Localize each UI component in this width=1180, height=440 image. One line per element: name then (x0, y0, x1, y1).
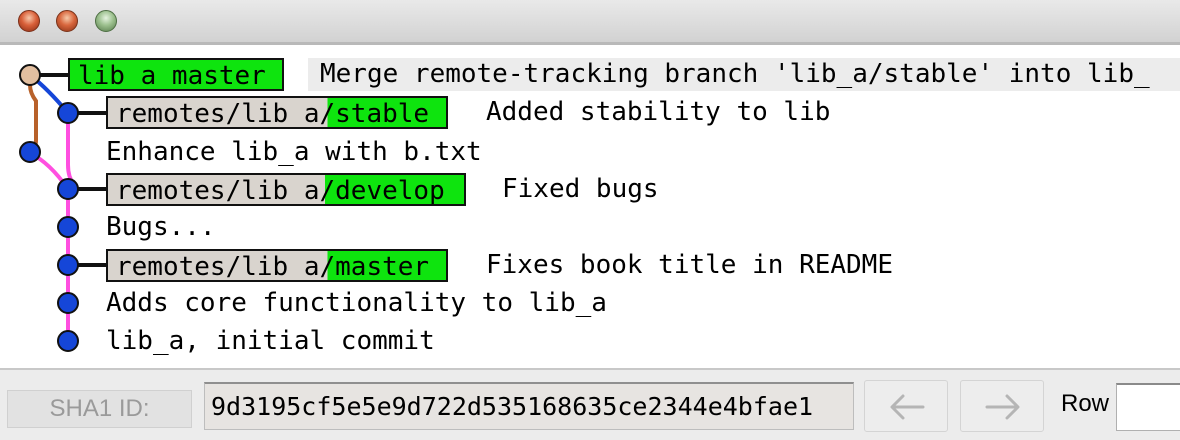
commit-dot (57, 254, 79, 276)
commit-message: Bugs... (106, 212, 216, 242)
close-button[interactable] (18, 10, 40, 32)
branch-name: master (335, 252, 430, 282)
commit-message: Fixed bugs (502, 174, 659, 204)
sha1-id-field[interactable]: 9d3195cf5e5e9d722d535168635ce2344e4bfae1 (204, 382, 854, 430)
minimize-button[interactable] (56, 10, 78, 32)
sha-toolbar: SHA1 ID: 9d3195cf5e5e9d722d535168635ce23… (0, 370, 1180, 440)
branch-label-local[interactable]: lib_a_master (68, 58, 284, 91)
branch-label-remote[interactable]: remotes/lib_a/master (106, 249, 448, 282)
branch-label-remote[interactable]: remotes/lib_a/stable (106, 96, 448, 129)
right-arrow-icon (985, 394, 1020, 420)
branch-name: develop (335, 176, 445, 206)
commit-message: Adds core functionality to lib_a (106, 288, 607, 318)
commit-history-pane[interactable]: lib_a_master Merge remote-tracking branc… (0, 45, 1180, 368)
commit-graph (19, 64, 108, 352)
commit-message: Added stability to lib (486, 97, 831, 127)
commit-dot (57, 330, 79, 352)
remote-prefix: remotes/lib_a/ (116, 99, 336, 129)
row-label: Row (1061, 390, 1110, 417)
commit-dot (57, 292, 79, 314)
commit-message: Fixes book title in README (486, 250, 893, 280)
commit-message: lib_a, initial commit (106, 326, 435, 356)
row-input[interactable] (1116, 383, 1180, 431)
commit-dot (57, 178, 79, 200)
remote-prefix: remotes/lib_a/ (116, 176, 336, 206)
zoom-button[interactable] (95, 10, 117, 32)
remote-prefix: remotes/lib_a/ (116, 252, 336, 282)
branch-name: lib_a_master (78, 61, 266, 91)
commit-dot (57, 216, 79, 238)
branch-name: stable (335, 99, 430, 129)
sha1-id-button[interactable]: SHA1 ID: (7, 390, 192, 428)
forward-button[interactable] (960, 380, 1044, 432)
commit-dot (57, 102, 79, 124)
left-arrow-icon (890, 394, 925, 420)
commit-message: Merge remote-tracking branch 'lib_a/stab… (308, 58, 1180, 91)
commit-message: Enhance lib_a with b.txt (106, 137, 482, 167)
back-button[interactable] (864, 380, 948, 432)
commit-dot-head (19, 64, 41, 86)
window-titlebar (0, 0, 1180, 42)
commit-dot (19, 141, 41, 163)
branch-label-remote[interactable]: remotes/lib_a/develop (106, 173, 466, 206)
